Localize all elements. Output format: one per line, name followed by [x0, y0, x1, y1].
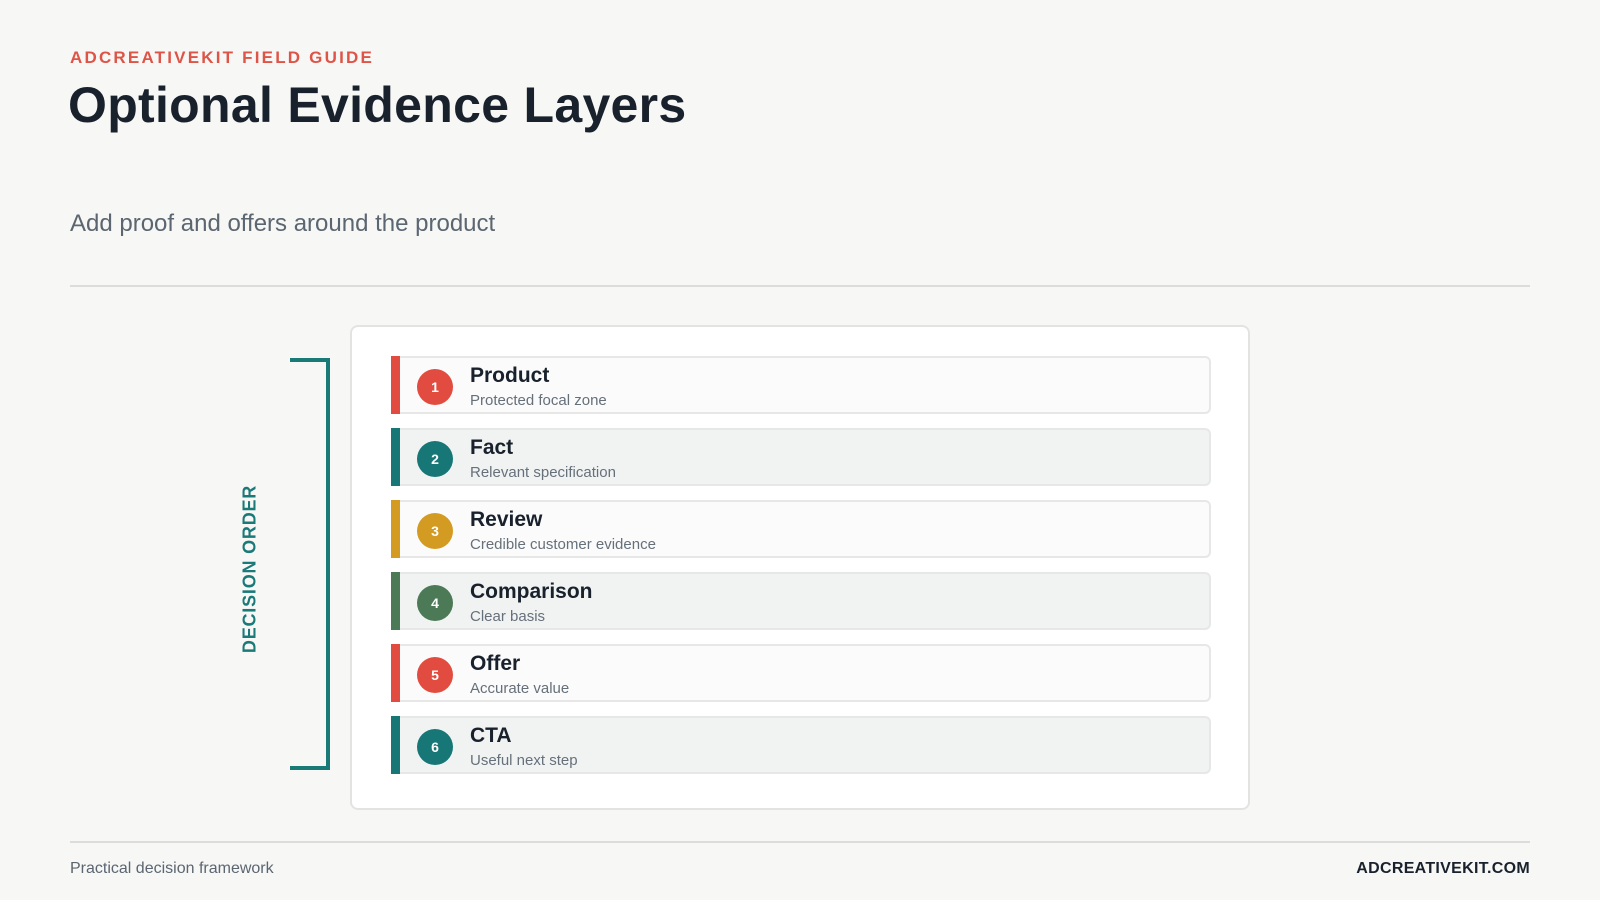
layer-name: CTA — [470, 724, 512, 747]
layer-name: Review — [470, 508, 543, 531]
page-subtitle: Add proof and offers around the product — [70, 210, 496, 237]
layer-row-cta: 6 CTA Useful next step — [391, 716, 1211, 774]
layer-name: Product — [470, 364, 550, 387]
layer-description: Accurate value — [470, 680, 570, 697]
layer-color-bar — [391, 428, 400, 486]
layer-number-badge: 5 — [417, 657, 453, 693]
layer-number-badge: 4 — [417, 585, 453, 621]
page-title: Optional Evidence Layers — [68, 77, 687, 133]
layer-color-bar — [391, 500, 400, 558]
layer-row-offer: 5 Offer Accurate value — [391, 644, 1211, 702]
layer-description: Relevant specification — [470, 464, 616, 481]
footer-site-link[interactable]: ADCREATIVEKIT.COM — [1356, 860, 1530, 878]
eyebrow-label: ADCREATIVEKIT FIELD GUIDE — [70, 48, 375, 67]
layer-name: Offer — [470, 652, 521, 675]
layer-number-badge: 1 — [417, 369, 453, 405]
bottom-divider — [70, 841, 1530, 843]
decision-order-label: DECISION ORDER — [239, 484, 260, 654]
layer-number-badge: 6 — [417, 729, 453, 765]
layer-color-bar — [391, 356, 400, 414]
layer-color-bar — [391, 644, 400, 702]
layer-description: Useful next step — [470, 752, 578, 769]
footer-caption: Practical decision framework — [70, 860, 274, 877]
decision-order-bracket — [290, 358, 330, 770]
layer-description: Protected focal zone — [470, 392, 607, 409]
layer-name: Comparison — [470, 580, 593, 603]
layer-number-badge: 2 — [417, 441, 453, 477]
layer-row-review: 3 Review Credible customer evidence — [391, 500, 1211, 558]
layer-row-product: 1 Product Protected focal zone — [391, 356, 1211, 414]
layer-name: Fact — [470, 436, 514, 459]
layer-description: Credible customer evidence — [470, 536, 656, 553]
layer-number-badge: 3 — [417, 513, 453, 549]
layer-row-fact: 2 Fact Relevant specification — [391, 428, 1211, 486]
top-divider — [70, 285, 1530, 287]
layer-description: Clear basis — [470, 608, 546, 625]
layers-panel: 1 Product Protected focal zone 2 Fact Re… — [350, 325, 1250, 810]
layer-color-bar — [391, 572, 400, 630]
layer-row-comparison: 4 Comparison Clear basis — [391, 572, 1211, 630]
layer-color-bar — [391, 716, 400, 774]
